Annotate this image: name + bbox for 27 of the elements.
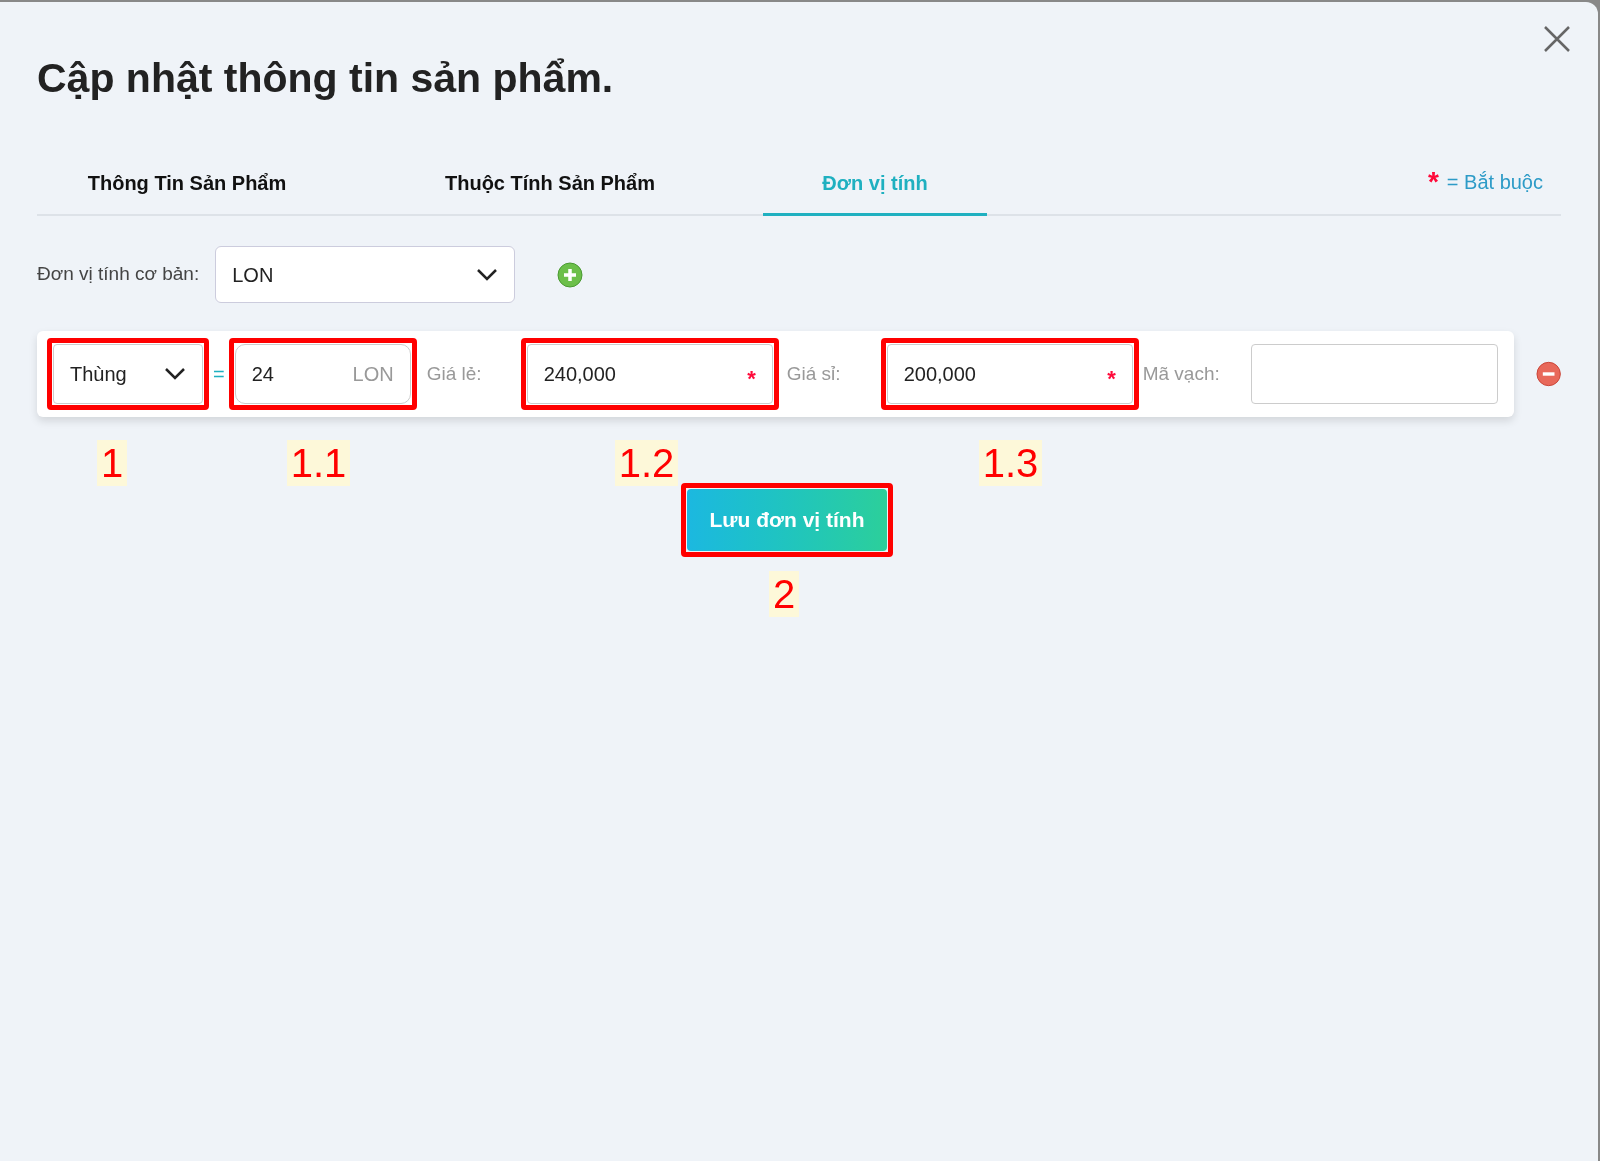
field-label: Giá sỉ: <box>786 361 842 386</box>
close-button[interactable] <box>1542 24 1572 54</box>
remove-icon[interactable] <box>1535 361 1561 387</box>
equals-sign: = <box>213 362 225 387</box>
required-mark: * <box>1427 165 1439 199</box>
tab[interactable]: Thông Tin Sản Phẩm <box>37 152 337 216</box>
chevron-down-icon <box>476 267 499 282</box>
quantity-field[interactable]: 24 LON <box>234 344 411 404</box>
field-label: Giá lẻ: <box>426 361 483 386</box>
unit-select[interactable]: Thùng <box>53 344 203 404</box>
field-label: Mã vạch: <box>1142 361 1221 386</box>
add-icon[interactable] <box>557 261 584 288</box>
base-unit-select[interactable]: LON <box>215 246 516 303</box>
required-note: = Bắt buộc <box>1446 170 1543 195</box>
annotation-number: 1 <box>97 440 128 486</box>
annotation-number: 1.1 <box>286 440 351 486</box>
dialog-title: Cập nhật thông tin sản phẩm. <box>37 54 615 103</box>
barcode-field[interactable] <box>1250 344 1498 404</box>
close-icon <box>1542 24 1572 54</box>
wholesale-price-field[interactable]: 200,000 * <box>886 344 1133 404</box>
chevron-down-icon <box>164 367 186 381</box>
annotation-number: 1.3 <box>978 440 1043 486</box>
annotation-number: 2 <box>769 571 800 617</box>
tab[interactable]: Thuộc Tính Sản Phẩm <box>337 152 763 216</box>
annotation-number: 1.2 <box>614 440 679 486</box>
retail-price-field[interactable]: 240,000 * <box>526 344 773 404</box>
field-label: Đơn vị tính cơ bản: <box>37 262 200 287</box>
